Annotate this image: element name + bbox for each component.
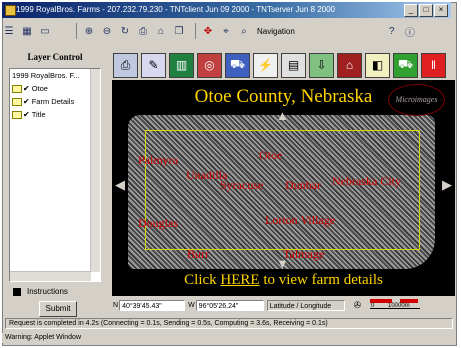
checkmark-icon[interactable]: ✔ [23,82,30,95]
longitude-label: W [188,301,195,309]
download-icon[interactable]: ⇩ [309,52,334,78]
town-label[interactable]: Palmyra [138,153,178,168]
layer-list: 1999 RoyalBros. F... ✔ Otoe ✔ Farm Detai… [9,68,101,282]
maximize-button[interactable]: □ [419,4,433,17]
search-icon[interactable]: ⌕ [237,24,251,38]
farm-details-link[interactable]: HERE [220,272,259,288]
layer-item-farm-details[interactable]: ✔ Farm Details [10,95,100,108]
toolbar-divider [76,23,77,39]
home-icon[interactable]: ⌂ [154,24,168,38]
map-tool-bar: ⎙ ✎ ▥ ◎ ⛟ ⚡ ▤ ⇩ ⌂ ◧ ⛟ ‖ [113,51,453,79]
close-button[interactable]: × [434,4,448,17]
main-toolbar: ☰ ▦ ▭ ⊕ ⊖ ↻ ⎙ ⌂ ❐ ✥ ⌖ ⌕ Navigation ? ⓘ [2,20,453,42]
zoom-in-icon[interactable]: ⊕ [82,24,96,38]
pan-right-arrow-icon[interactable]: ▶ [442,177,452,193]
layer-control-panel: Layer Control 1999 RoyalBros. F... ✔ Oto… [5,44,105,317]
instructions-row[interactable]: Instructions [13,287,68,296]
layer-item-otoe[interactable]: ✔ Otoe [10,82,100,95]
refresh-icon[interactable]: ↻ [118,24,132,38]
select-icon[interactable]: ⌖ [219,24,233,38]
chart-icon[interactable]: ◧ [365,52,390,78]
footer-prefix: Click [184,272,221,288]
pan-left-arrow-icon[interactable]: ◀ [115,177,125,193]
layer-item-title[interactable]: ✔ Title [10,108,100,121]
building-icon[interactable]: ▥ [169,52,194,78]
farm-details-prompt: Click HERE to view farm details [112,272,455,289]
town-label[interactable]: Dunbar [285,178,321,193]
layer-control-title: Layer Control [27,52,83,62]
folder-icon [12,84,22,93]
pan-down-arrow-icon[interactable]: ▼ [276,256,289,271]
layer-item-label: 1999 RoyalBros. F... [12,71,80,80]
coordinate-system-select[interactable]: Latitude / Longitude [266,299,345,311]
county-boundary [145,130,420,250]
print-icon[interactable]: ⎙ [136,24,150,38]
window-icon[interactable]: ▭ [38,24,52,38]
title-bar[interactable]: 1999 RoyalBros. Farms - 207.232.79.230 -… [2,2,451,18]
truck-icon[interactable]: ⛟ [393,52,418,78]
town-label[interactable]: Talmage [283,247,324,262]
coordinate-bar: N 40°39'45.43" W 96°05'26.24" Latitude /… [113,298,361,312]
bars-icon[interactable]: ‖ [421,52,446,78]
minimize-button[interactable]: _ [404,4,418,17]
map-view[interactable]: Otoe County, Nebraska Microimages Palmyr… [112,80,455,296]
window-controls: _ □ × [404,4,448,17]
submit-button[interactable]: Submit [39,301,77,317]
layer-item-label: Otoe [31,84,48,93]
longitude-field[interactable]: 96°05'26.24" [195,299,264,311]
zoom-out-icon[interactable]: ⊖ [100,24,114,38]
toolbar-divider [195,23,196,39]
applet-warning: Warning: Applet Window [2,333,456,343]
horizontal-scrollbar[interactable] [10,271,91,281]
checkmark-icon[interactable]: ✔ [23,95,30,108]
latitude-label: N [113,301,119,309]
microimages-logo: Microimages [388,84,445,116]
town-label[interactable]: Nebraska City [332,174,401,189]
app-icon [5,5,16,16]
layers-icon[interactable]: ☰ [2,24,16,38]
status-bar: Request is completed in 4.2s (Connecting… [5,318,453,329]
town-label[interactable]: Syracuse [220,178,263,193]
footer-suffix: to view farm details [259,272,383,288]
table-icon[interactable]: ▤ [281,52,306,78]
town-label[interactable]: Otoe [259,148,282,163]
barn-icon[interactable]: ⌂ [337,52,362,78]
copy-icon[interactable]: ❐ [172,24,186,38]
print-map-icon[interactable]: ⎙ [113,52,138,78]
checkmark-icon[interactable]: ✔ [23,108,30,121]
scale-start-label: 0 [371,303,375,309]
help-icon[interactable]: ? [385,24,399,38]
latitude-field[interactable]: 40°39'45.43" [119,299,186,311]
window-title: 1999 RoyalBros. Farms - 207.232.79.230 -… [16,5,335,14]
lightning-icon[interactable]: ⚡ [253,52,278,78]
grid-icon[interactable]: ▦ [20,24,34,38]
scale-icon: ✇ [353,299,362,310]
layer-item-label: Farm Details [31,97,75,106]
measure-icon[interactable]: ◎ [197,52,222,78]
tractor-icon[interactable]: ⛟ [225,52,250,78]
scale-bar: 0 10000m [370,299,420,309]
town-label[interactable]: Burr [187,247,209,262]
layer-item-label: Title [31,110,46,119]
pan-icon[interactable]: ✥ [201,24,215,38]
instructions-label: Instructions [27,287,68,296]
scale-end-label: 10000m [388,303,410,309]
instructions-icon [13,287,21,296]
folder-icon [12,97,22,106]
info-icon[interactable]: ⓘ [403,24,417,39]
town-label[interactable]: Douglas [138,216,178,231]
vertical-scrollbar[interactable] [90,69,100,272]
edit-icon[interactable]: ✎ [141,52,166,78]
town-label[interactable]: Lorton Village [265,213,335,228]
pan-up-arrow-icon[interactable]: ▲ [276,108,289,123]
folder-icon [12,110,22,119]
layer-item-group[interactable]: 1999 RoyalBros. F... [10,69,100,82]
navigation-label: Navigation [257,26,295,36]
